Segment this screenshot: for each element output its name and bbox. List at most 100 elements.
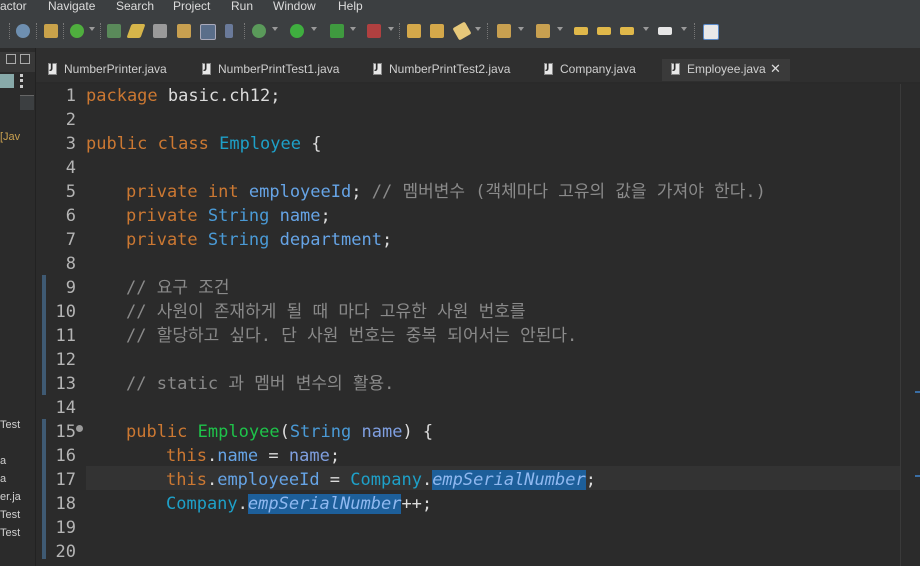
occurrence-marker[interactable] <box>915 391 920 393</box>
code-text: ( <box>279 422 290 442</box>
overview-ruler[interactable] <box>900 84 920 566</box>
toolbar-separator <box>63 23 65 39</box>
open-task-icon[interactable] <box>177 24 191 38</box>
toggle-block-selection-icon[interactable] <box>200 24 216 40</box>
code-text: . <box>206 446 218 466</box>
skip-breakpoints-icon[interactable] <box>16 24 30 38</box>
chevron-down-icon[interactable] <box>518 27 524 31</box>
code-line-6: private String name; <box>126 204 331 228</box>
tree-item[interactable]: a <box>0 455 6 467</box>
menu-search[interactable]: Search <box>116 0 154 13</box>
menu-bar: actor Navigate Search Project Run Window… <box>0 0 920 14</box>
code-line-5: private int employeeId; // 멤버변수 (객체마다 고유… <box>126 180 766 204</box>
menu-help[interactable]: Help <box>338 0 363 13</box>
chevron-down-icon[interactable] <box>475 27 481 31</box>
line-number: 1 <box>65 86 76 106</box>
tab-label: NumberPrinter.java <box>64 62 167 76</box>
tree-item[interactable]: er.ja <box>0 491 21 503</box>
minimize-icon[interactable] <box>6 54 16 64</box>
keyword: public <box>126 422 188 442</box>
menu-navigate[interactable]: Navigate <box>48 0 95 13</box>
line-number: 7 <box>65 230 76 250</box>
keyword: class <box>157 134 209 154</box>
code-text: . <box>206 470 218 490</box>
comment: // 멤버변수 (객체마다 고유의 값을 가져야 한다.) <box>371 182 766 202</box>
menu-window[interactable]: Window <box>273 0 316 13</box>
debug-icon[interactable] <box>252 24 266 38</box>
code-text: ; <box>351 182 362 202</box>
chevron-down-icon[interactable] <box>557 27 563 31</box>
chevron-down-icon[interactable] <box>643 27 649 31</box>
java-file-icon <box>48 62 57 75</box>
forward-history-icon[interactable] <box>597 27 611 35</box>
java-file-icon <box>373 62 382 75</box>
coverage-icon[interactable] <box>330 24 344 38</box>
open-folder-icon[interactable] <box>407 24 421 38</box>
tab-numberprinttest2[interactable]: NumberPrintTest2.java <box>373 59 528 81</box>
java-file-icon <box>544 62 553 75</box>
menu-refactor[interactable]: actor <box>0 0 27 13</box>
link-editor-icon[interactable] <box>0 74 14 88</box>
line-number: 3 <box>65 134 76 154</box>
menu-run[interactable]: Run <box>231 0 253 13</box>
back-arrow-icon[interactable] <box>620 27 634 35</box>
keyword: int <box>207 182 239 202</box>
show-whitespace-icon[interactable] <box>225 24 233 38</box>
new-package-icon[interactable] <box>44 24 58 38</box>
line-number: 4 <box>65 158 76 178</box>
chevron-down-icon[interactable] <box>272 27 278 31</box>
code-line-10: // 사원이 존재하게 될 때 마다 고유한 사원 번호를 <box>126 300 526 324</box>
code-line-11: // 할당하고 싶다. 단 사원 번호는 중복 되어서는 안된다. <box>126 324 577 348</box>
run-icon[interactable] <box>290 24 304 38</box>
chevron-down-icon[interactable] <box>388 27 394 31</box>
toolbar-separator <box>100 23 102 39</box>
keyword: this <box>166 470 207 490</box>
code-text: ) { <box>402 422 434 442</box>
code-text: = <box>258 446 289 466</box>
tree-item-jre[interactable]: [Jav <box>0 131 20 143</box>
previous-annotation-icon[interactable] <box>536 24 550 38</box>
open-type-icon[interactable] <box>107 24 121 38</box>
toggle-mark-occurrences-icon[interactable] <box>126 24 146 38</box>
forward-arrow-icon[interactable] <box>658 27 672 35</box>
tab-numberprinter[interactable]: NumberPrinter.java <box>48 59 188 81</box>
line-number: 8 <box>65 254 76 274</box>
occurrence-marker[interactable] <box>915 475 920 477</box>
toolbar-separator <box>9 23 11 39</box>
tree-item[interactable]: Test <box>0 527 20 539</box>
tab-company[interactable]: Company.java <box>544 59 654 81</box>
new-class-icon[interactable] <box>70 24 84 38</box>
comment: // 할당하고 싶다. 단 사원 번호는 중복 되어서는 안된다. <box>126 326 578 346</box>
toolbar-separator <box>399 23 401 39</box>
code-line-3: public class Employee { <box>86 132 321 156</box>
tree-item[interactable]: a <box>0 473 6 485</box>
keyword: public <box>86 134 148 154</box>
external-tools-icon[interactable] <box>367 24 381 38</box>
chevron-down-icon[interactable] <box>681 27 687 31</box>
code-line-9: // 요구 조건 <box>126 276 230 300</box>
scroll-up-icon[interactable] <box>20 95 34 110</box>
tab-numberprinttest1[interactable]: NumberPrintTest1.java <box>202 59 357 81</box>
fold-toggle-icon[interactable] <box>76 425 83 432</box>
last-edit-location-icon[interactable] <box>574 27 588 35</box>
code-text: ++; <box>401 494 433 514</box>
view-menu-icon[interactable] <box>20 74 27 88</box>
open-project-icon[interactable] <box>430 24 444 38</box>
tree-item[interactable]: Test <box>0 509 20 521</box>
field-name: employeeId <box>217 470 320 490</box>
menu-project[interactable]: Project <box>173 0 210 13</box>
java-file-icon <box>671 62 680 75</box>
tree-item[interactable]: Test <box>0 419 20 431</box>
open-console-icon[interactable] <box>703 24 719 40</box>
chevron-down-icon[interactable] <box>350 27 356 31</box>
class-name: Company <box>350 470 422 490</box>
chevron-down-icon[interactable] <box>89 27 95 31</box>
tab-employee[interactable]: Employee.java ✕ <box>662 59 790 81</box>
tab-label: NumberPrintTest1.java <box>218 62 340 76</box>
edit-pencil-icon[interactable] <box>452 21 472 41</box>
close-icon[interactable]: ✕ <box>770 61 781 77</box>
search-icon[interactable] <box>153 24 167 38</box>
maximize-icon[interactable] <box>20 54 30 64</box>
next-annotation-icon[interactable] <box>497 24 511 38</box>
chevron-down-icon[interactable] <box>311 27 317 31</box>
